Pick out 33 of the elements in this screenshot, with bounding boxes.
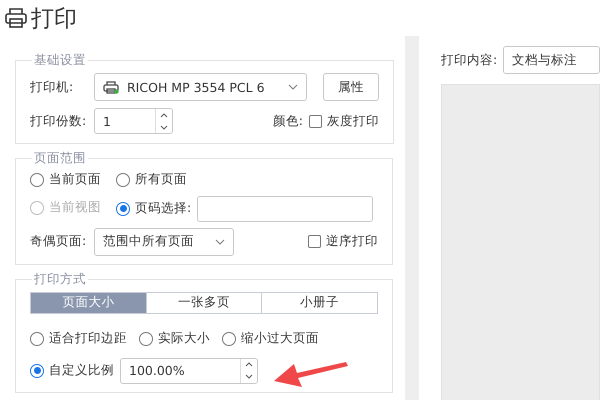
printer-icon <box>5 8 27 28</box>
group-title: 打印方式 <box>33 270 87 288</box>
radio-button[interactable]: 实际大小 <box>139 330 210 347</box>
chevron-down-icon <box>160 124 168 130</box>
copies-spinbox[interactable]: 1 <box>94 108 173 134</box>
printer-dropdown[interactable]: RICOH MP 3554 PCL 6 <box>94 73 307 101</box>
radio-button[interactable]: 页码选择: <box>116 200 192 217</box>
field-label: 颜色: <box>272 112 303 130</box>
odd-even-dropdown[interactable]: 范围中所有页面 <box>94 228 234 256</box>
chevron-down-icon <box>245 374 253 379</box>
printer-icon <box>103 80 119 94</box>
chevron-down-icon <box>288 84 298 90</box>
field-label: 打印内容: <box>441 52 498 68</box>
group-title: 页面范围 <box>33 150 87 167</box>
print-content-dropdown[interactable]: 文档与标注 <box>503 46 600 74</box>
scale-spinbox[interactable]: 100.00% <box>120 358 258 384</box>
radio-button[interactable]: 自定义比例 <box>30 362 114 379</box>
checkbox[interactable]: 逆序打印 <box>308 233 378 250</box>
radio-button[interactable]: 当前页面 <box>30 171 101 188</box>
radio-button[interactable]: 适合打印边距 <box>30 330 127 347</box>
chevron-down-icon <box>215 238 225 244</box>
field-label: 打印份数: <box>30 112 88 130</box>
page-number-field[interactable] <box>197 196 374 222</box>
dialog-title: 打印 <box>31 4 77 34</box>
checkbox[interactable]: 灰度打印 <box>309 112 379 130</box>
group-title: 基础设置 <box>33 52 87 69</box>
chevron-up-icon <box>160 112 168 118</box>
radio-button[interactable]: 缩小过大页面 <box>222 330 319 347</box>
field-label: 打印机: <box>30 78 74 96</box>
field-label: 奇偶页面: <box>30 233 88 250</box>
properties-button[interactable]: 属性 <box>323 73 379 101</box>
radio-button[interactable]: 所有页面 <box>116 171 187 188</box>
chevron-up-icon <box>245 362 253 367</box>
